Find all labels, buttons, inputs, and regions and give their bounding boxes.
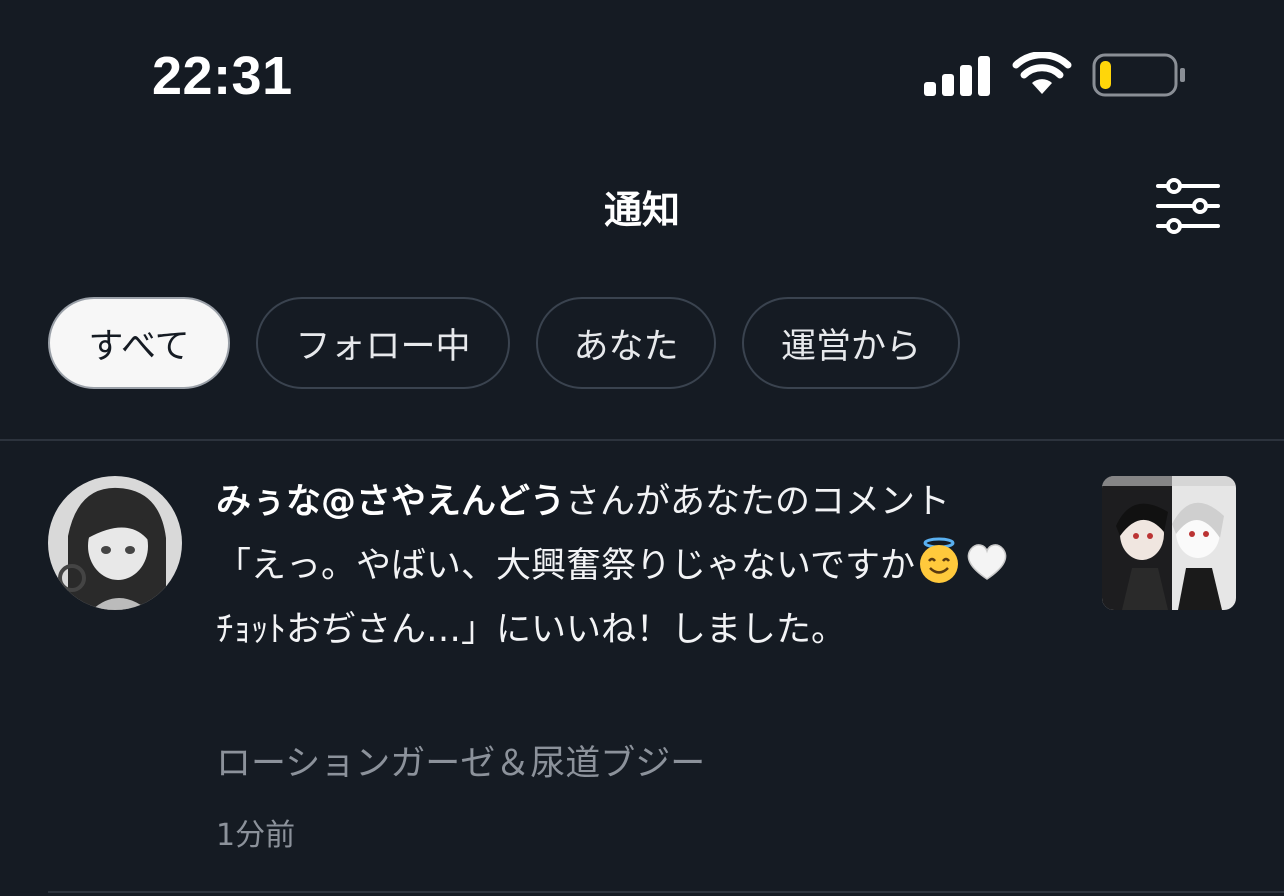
status-time: 22:31 [152,46,293,106]
notification-timestamp: 1分前 [216,818,296,853]
avatar-image [48,476,182,610]
notification-filter-tabs: すべて フォロー中 あなた 運営から [48,297,960,393]
tab-following[interactable]: フォロー中 [256,297,510,389]
notification-message[interactable]: みぅな@さやえんどうさんがあなたのコメント「えっ。やばい、大興奮祭りじゃないです… [216,470,1016,662]
post-title-link[interactable]: ローションガーゼ＆尿道ブジー [216,734,705,794]
battery-low-icon [1092,53,1185,97]
post-thumbnail[interactable] [1102,476,1236,610]
divider [0,439,1284,441]
sliders-icon [1156,178,1220,234]
filter-settings-button[interactable] [1154,176,1222,236]
notifications-screen: 22:31 通知 すべて フォロー中 あなた 運営から みぅな@さやえんどうさん… [0,0,1284,896]
wifi-icon [1012,52,1072,94]
post-thumbnail-image [1102,476,1236,610]
divider [48,891,1284,893]
notification-user-name[interactable]: みぅな@さやえんどう [216,482,565,522]
tab-all[interactable]: すべて [48,297,230,389]
notification-message-part2: ﾁｮｯﾄおぢさん…」にいいね！しました。 [216,610,847,650]
smiling-face-with-halo-emoji [919,537,958,583]
cellular-signal-icon [924,56,990,96]
white-heart-emoji [967,544,1007,580]
tab-you[interactable]: あなた [536,297,716,389]
avatar[interactable] [48,476,182,610]
tab-official[interactable]: 運営から [742,297,960,389]
page-title: 通知 [603,188,680,232]
